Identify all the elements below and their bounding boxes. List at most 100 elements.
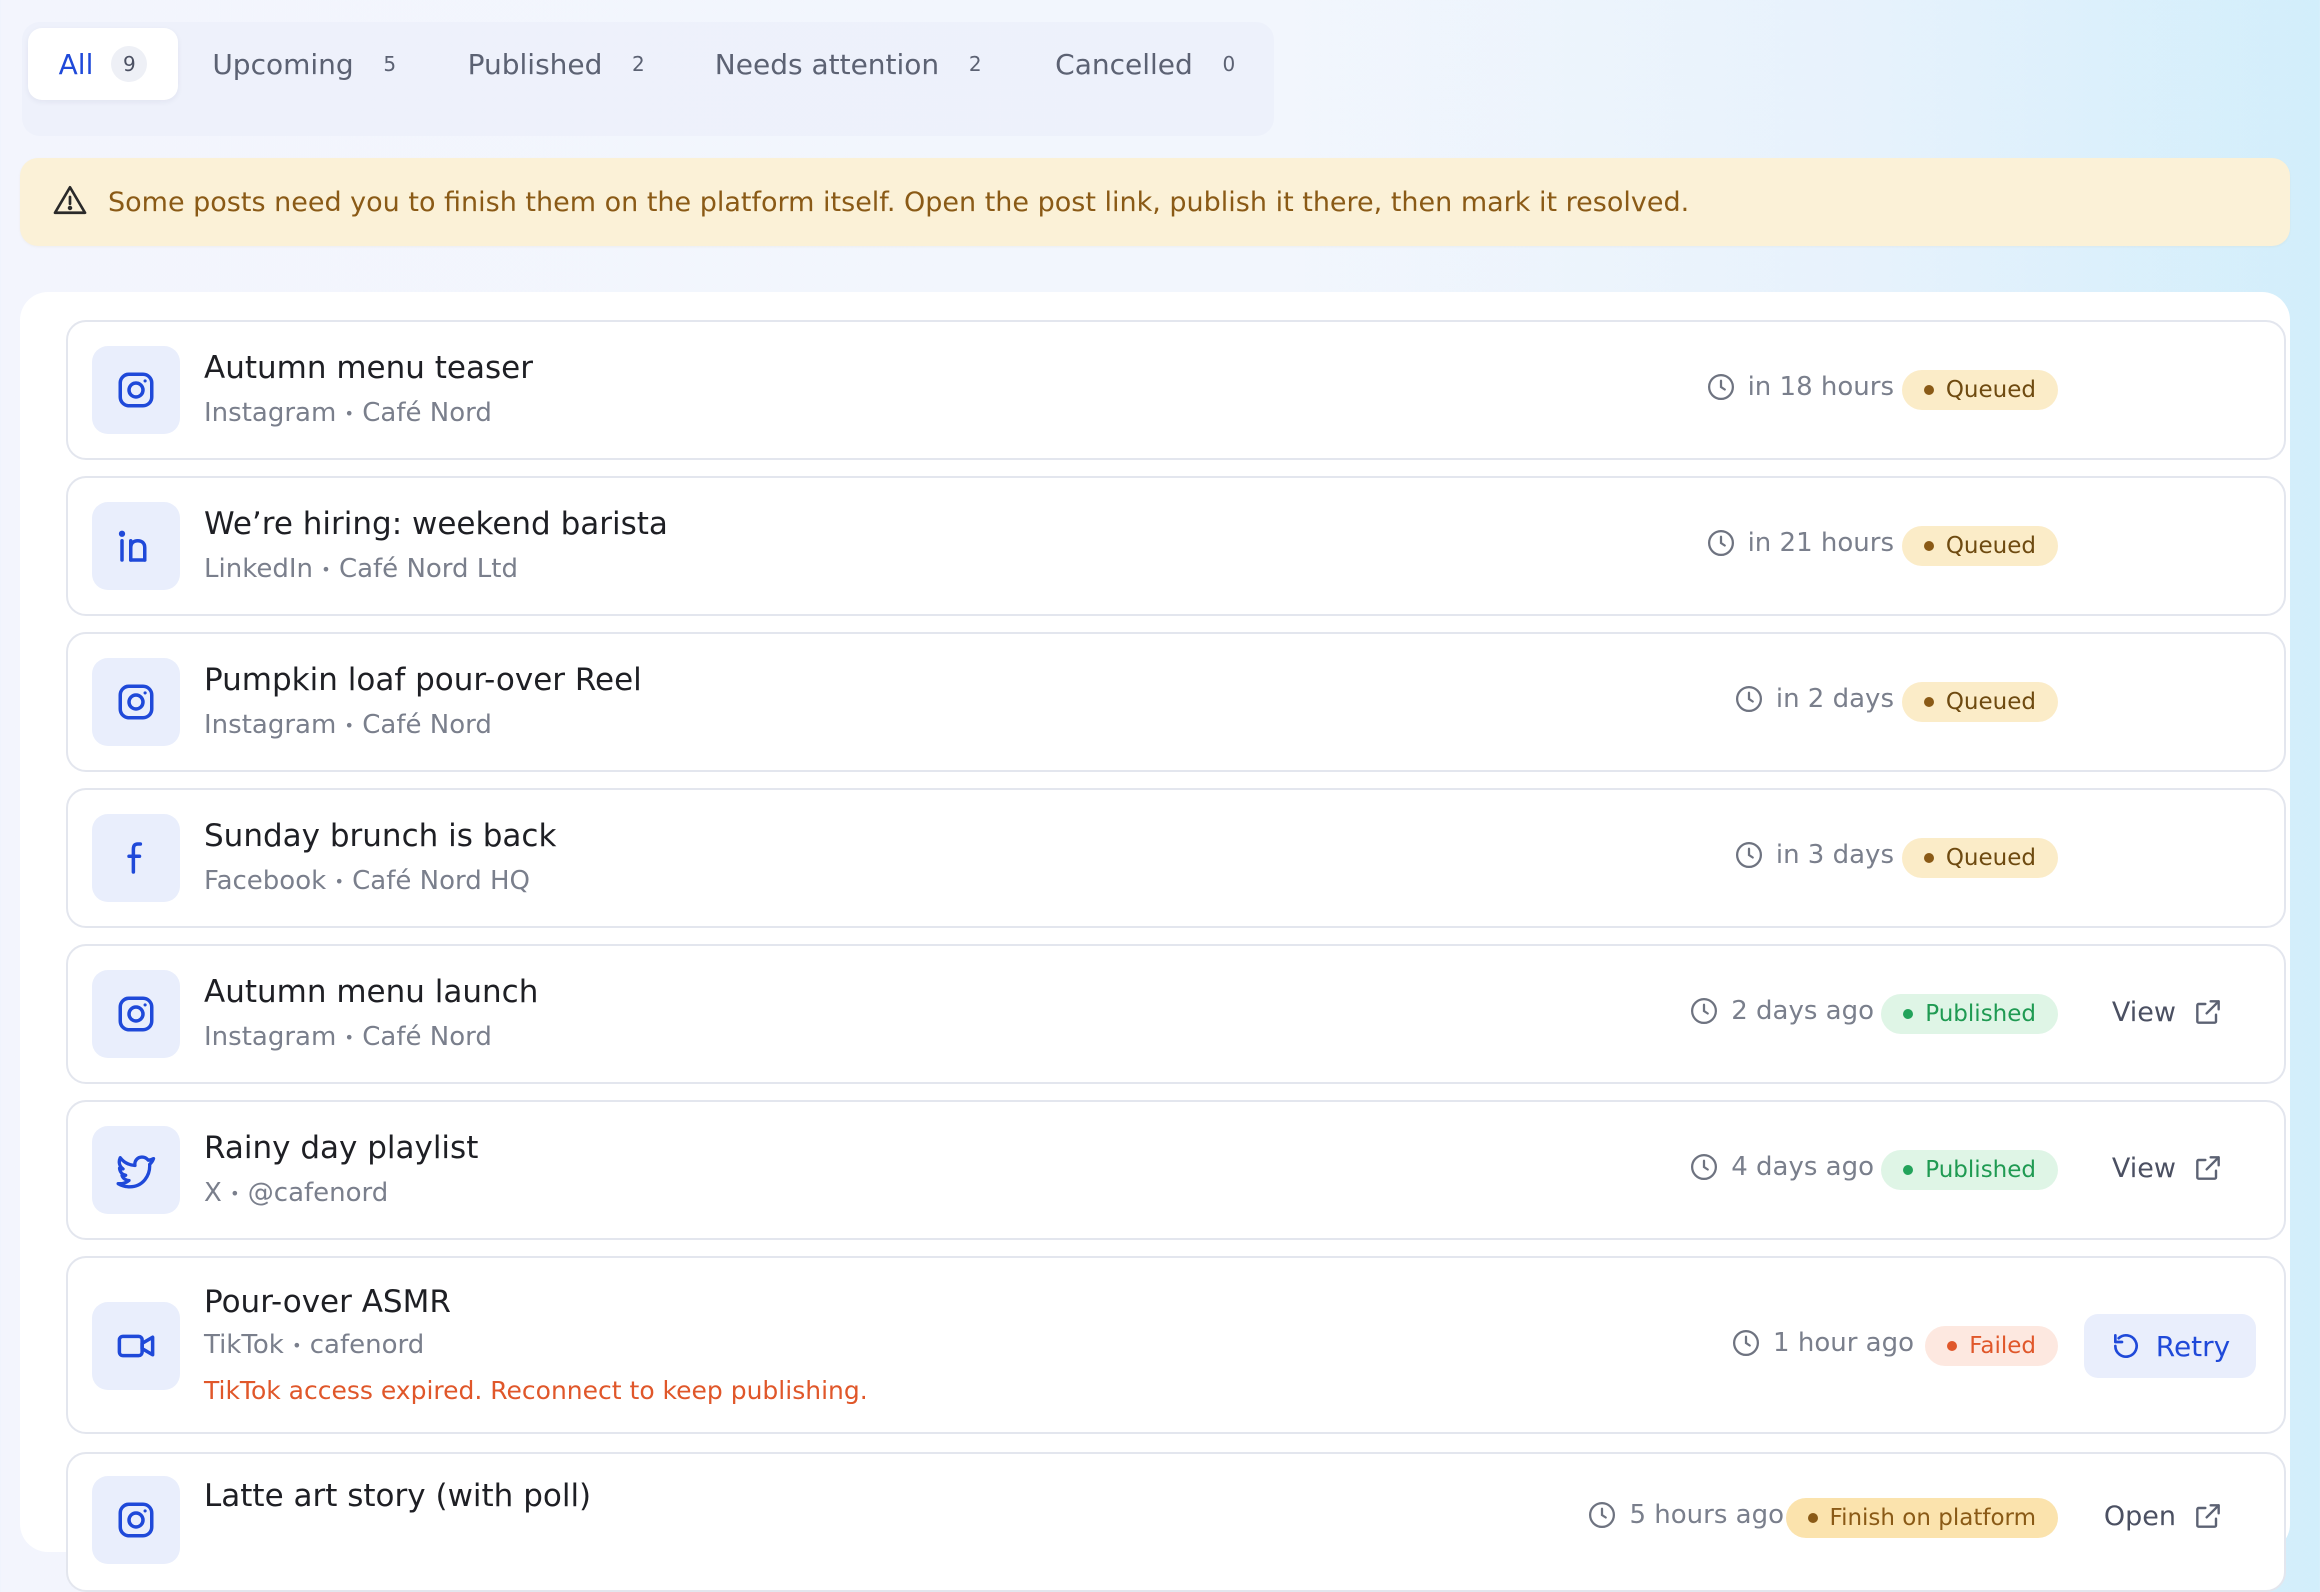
post-time-text: in 2 days bbox=[1775, 684, 1894, 714]
status-text: Published bbox=[1925, 1157, 2036, 1183]
post-time-text: in 3 days bbox=[1775, 840, 1894, 870]
status-text: Finish on platform bbox=[1829, 1505, 2036, 1531]
status-dot bbox=[1903, 1009, 1914, 1019]
post-title: Latte art story (with poll) bbox=[204, 1478, 592, 1514]
post-platform: Instagram bbox=[204, 710, 337, 740]
retry-icon bbox=[2113, 1334, 2138, 1358]
separator: • bbox=[344, 1028, 354, 1047]
tab-label: Published bbox=[467, 47, 603, 81]
post-time-text: in 18 hours bbox=[1747, 372, 1894, 402]
post-row[interactable]: Rainy day playlist X • @cafenord 4 days … bbox=[66, 1100, 2286, 1240]
separator: • bbox=[292, 1336, 302, 1355]
post-row[interactable]: Pumpkin loaf pour-over Reel Instagram • … bbox=[66, 632, 2286, 772]
post-meta: Instagram • Café Nord bbox=[204, 1022, 492, 1052]
open-post-link[interactable]: Open bbox=[2104, 1500, 2224, 1532]
instagram-icon bbox=[92, 346, 180, 434]
post-row[interactable]: Sunday brunch is back Facebook • Café No… bbox=[66, 788, 2286, 928]
separator: • bbox=[334, 872, 344, 891]
post-row[interactable]: Latte art story (with poll) 5 hours ago … bbox=[66, 1452, 2286, 1592]
tab-cancelled[interactable]: Cancelled 0 bbox=[1036, 28, 1266, 100]
status-badge: Queued bbox=[1901, 526, 2058, 566]
post-row[interactable]: Autumn menu teaser Instagram • Café Nord… bbox=[66, 320, 2286, 460]
clock-icon bbox=[1691, 1154, 1718, 1180]
post-time: in 18 hours bbox=[1706, 372, 1894, 402]
tab-count-badge: 2 bbox=[632, 52, 645, 76]
status-badge: Finish on platform bbox=[1785, 1498, 2058, 1538]
external-link-icon bbox=[2196, 1156, 2220, 1180]
status-badge: Failed bbox=[1925, 1326, 2058, 1366]
view-post-link[interactable]: View bbox=[2112, 996, 2224, 1028]
retry-button[interactable]: Retry bbox=[2084, 1314, 2256, 1378]
banner-text: Some posts need you to finish them on th… bbox=[108, 186, 1690, 218]
status-text: Queued bbox=[1945, 689, 2036, 715]
post-platform: Instagram bbox=[204, 398, 337, 428]
post-row[interactable]: We’re hiring: weekend barista LinkedIn •… bbox=[66, 476, 2286, 616]
post-time-text: 5 hours ago bbox=[1629, 1500, 1784, 1530]
external-link-icon bbox=[2196, 1000, 2220, 1024]
twitter-bird-icon bbox=[92, 1126, 180, 1214]
status-dot bbox=[1923, 697, 1934, 707]
posts-panel: Autumn menu teaser Instagram • Café Nord… bbox=[20, 292, 2290, 1592]
post-time: in 21 hours bbox=[1706, 528, 1894, 558]
post-account: Café Nord bbox=[362, 398, 492, 428]
post-account: Café Nord Ltd bbox=[338, 554, 518, 584]
separator: • bbox=[321, 560, 331, 579]
tab-needs-attention[interactable]: Needs attention 2 bbox=[704, 28, 1004, 100]
post-time: 4 days ago bbox=[1689, 1152, 1874, 1182]
post-time: 1 hour ago bbox=[1731, 1328, 1914, 1358]
post-meta: Instagram • Café Nord bbox=[204, 710, 492, 740]
needs-attention-banner: Some posts need you to finish them on th… bbox=[20, 158, 2290, 246]
post-time-text: 2 days ago bbox=[1731, 996, 1874, 1026]
view-label: View bbox=[2111, 1152, 2176, 1184]
clock-icon bbox=[1707, 374, 1734, 400]
warning-triangle-icon bbox=[52, 182, 88, 218]
post-platform: LinkedIn bbox=[204, 554, 313, 584]
post-row[interactable]: Pour-over ASMR TikTok • cafenord TikTok … bbox=[66, 1256, 2286, 1434]
tab-published[interactable]: Published 2 bbox=[452, 28, 672, 100]
clock-icon bbox=[1589, 1502, 1616, 1528]
status-badge: Queued bbox=[1901, 370, 2058, 410]
linkedin-icon bbox=[92, 502, 180, 590]
status-text: Queued bbox=[1945, 533, 2036, 559]
clock-icon bbox=[1691, 998, 1718, 1024]
tab-label: All bbox=[58, 47, 94, 81]
post-account: @cafenord bbox=[247, 1178, 389, 1208]
tab-all[interactable]: All 9 bbox=[28, 28, 178, 100]
post-title: Autumn menu launch bbox=[204, 974, 539, 1010]
clock-icon bbox=[1735, 842, 1762, 868]
post-time-text: in 21 hours bbox=[1747, 528, 1894, 558]
post-time-text: 1 hour ago bbox=[1773, 1328, 1914, 1358]
status-text: Queued bbox=[1945, 377, 2036, 403]
status-dot bbox=[1807, 1513, 1818, 1523]
post-title: Pumpkin loaf pour-over Reel bbox=[204, 662, 642, 698]
view-label: View bbox=[2111, 996, 2176, 1028]
video-camera-icon bbox=[92, 1302, 180, 1390]
post-meta: X • @cafenord bbox=[204, 1178, 388, 1208]
post-time: 2 days ago bbox=[1689, 996, 1874, 1026]
post-time: in 2 days bbox=[1734, 684, 1894, 714]
post-title: Sunday brunch is back bbox=[204, 818, 557, 854]
status-dot bbox=[1923, 385, 1934, 395]
post-meta: Facebook • Café Nord HQ bbox=[204, 866, 530, 896]
status-badge: Queued bbox=[1901, 682, 2058, 722]
post-error-message: TikTok access expired. Reconnect to keep… bbox=[204, 1376, 868, 1405]
post-meta: LinkedIn • Café Nord Ltd bbox=[204, 554, 518, 584]
separator: • bbox=[344, 404, 354, 423]
post-title: Rainy day playlist bbox=[204, 1130, 479, 1166]
tab-count-badge: 2 bbox=[968, 52, 982, 76]
post-row[interactable]: Autumn menu launch Instagram • Café Nord… bbox=[66, 944, 2286, 1084]
retry-label: Retry bbox=[2155, 1329, 2231, 1363]
separator: • bbox=[230, 1184, 240, 1203]
clock-icon bbox=[1707, 530, 1734, 556]
clock-icon bbox=[1733, 1330, 1760, 1356]
status-dot bbox=[1923, 541, 1934, 551]
view-post-link[interactable]: View bbox=[2112, 1152, 2224, 1184]
tab-count-badge: 5 bbox=[383, 52, 397, 76]
status-badge: Published bbox=[1881, 994, 2058, 1034]
post-time: in 3 days bbox=[1734, 840, 1894, 870]
tab-upcoming[interactable]: Upcoming 2 5 bbox=[200, 28, 420, 100]
instagram-icon bbox=[92, 1476, 180, 1564]
post-account: Café Nord bbox=[362, 1022, 492, 1052]
open-label: Open bbox=[2103, 1500, 2176, 1532]
status-badge: Published bbox=[1881, 1150, 2058, 1190]
